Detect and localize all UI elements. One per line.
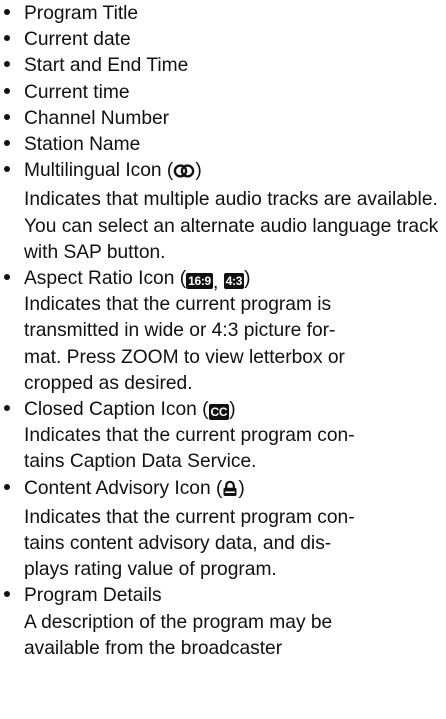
item-description-line: cropped as desired. [24,372,193,394]
bullet [4,1,16,27]
page: Program Title Current date Start and End… [0,0,446,719]
bullet [4,158,16,184]
list-item-current-time: Current time [0,80,446,106]
aspect-16-9-icon: 16:9 [186,273,213,290]
item-title: Multilingual Icon ( [24,160,174,182]
list-item-multilingual-icon: Multilingual Icon () Indicates that mult… [0,158,446,266]
bullet [4,27,16,53]
list-item-program-title: Program Title [0,1,446,27]
list-item-current-date: Current date [0,27,446,53]
bullet [4,583,16,609]
bullet [4,53,16,79]
item-title: Station Name [24,134,141,156]
item-title: Start and End Time [24,55,189,77]
list-item-content-advisory-icon: Content Advisory Icon () Indicates that … [0,476,446,584]
bullet [4,476,16,502]
item-title: Program Title [24,3,139,24]
bullet [4,80,16,106]
item-title: Channel Number [24,107,170,129]
item-description-line: plays rating value of program. [24,559,277,581]
multilingual-icon [173,161,195,187]
item-description-line: Indicates that the current program con- [24,506,355,528]
feature-list: Program Title Current date Start and End… [0,1,446,662]
list-item-aspect-ratio-icon: Aspect Ratio Icon (16:9, 4:3) Indicates … [0,266,446,397]
item-description-line: mat. Press ZOOM to view letterbox or [24,346,345,368]
item-description-line: A description of the program may be [24,611,333,633]
list-item-channel-number: Channel Number [0,106,446,132]
list-item-station-name: Station Name [0,132,446,158]
bullet [4,132,16,158]
item-description-line: available from the broadcaster [24,637,283,659]
item-title: Program Details [24,585,162,607]
closed-caption-icon: CC [208,404,230,421]
item-description-line: transmitted in wide or 4:3 picture for- [24,320,336,342]
item-title-end: ) [238,477,245,499]
item-title: Content Advisory Icon ( [24,477,223,499]
item-title-end: ) [195,160,202,182]
item-title-end: ) [229,399,236,421]
item-description: Indicates that multiple audio tracks are… [24,189,439,263]
item-title: Closed Caption Icon ( [24,399,209,421]
item-description-line: tains content advisory data, and dis- [24,533,332,555]
list-item-closed-caption-icon: Closed Caption Icon (CC) Indicates that … [0,397,446,476]
item-description-line: Indicates that the current program is [24,294,332,316]
bullet [4,266,16,292]
item-title: Current date [24,29,131,51]
item-title-end: ) [244,268,251,290]
item-title: Current time [24,81,130,103]
bullet [4,397,16,423]
aspect-4-3-icon: 4:3 [223,273,245,290]
item-description-line: Indicates that the current program con- [24,425,355,447]
item-title: Aspect Ratio Icon ( [24,268,187,290]
bullet [4,106,16,132]
lock-icon [222,479,238,505]
item-description-line: tains Caption Data Service. [24,451,257,473]
list-item-start-end-time: Start and End Time [0,53,446,79]
list-item-program-details: Program Details A description of the pro… [0,583,446,662]
icon-separator: , [212,272,219,294]
